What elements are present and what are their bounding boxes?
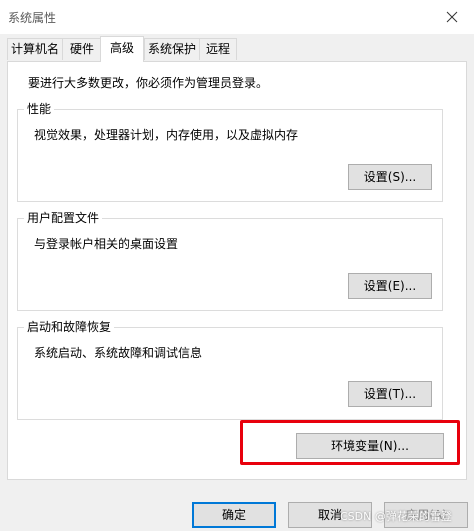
title-bar: 系统属性 [0, 0, 474, 34]
user-profiles-group: 用户配置文件 与登录帐户相关的桌面设置 设置(E)... [17, 210, 443, 311]
startup-recovery-label: 启动和故障恢复 [24, 319, 115, 335]
tab-remote[interactable]: 远程 [199, 38, 237, 60]
startup-recovery-group: 启动和故障恢复 系统启动、系统故障和调试信息 设置(T)... [17, 319, 443, 420]
performance-description: 视觉效果，处理器计划，内存使用，以及虚拟内存 [34, 128, 299, 142]
watermark: CSDN @弹花荣的雷登 [340, 510, 452, 523]
startup-recovery-description: 系统启动、系统故障和调试信息 [34, 346, 203, 360]
performance-label: 性能 [24, 101, 55, 117]
admin-notice: 要进行大多数更改，你必须作为管理员登录。 [28, 76, 269, 90]
user-profiles-settings-button[interactable]: 设置(E)... [348, 273, 432, 299]
tab-computer-name[interactable]: 计算机名 [7, 38, 63, 60]
ok-button[interactable]: 确定 [192, 502, 276, 528]
close-button[interactable] [430, 0, 474, 34]
tab-hardware[interactable]: 硬件 [62, 38, 102, 60]
performance-settings-button[interactable]: 设置(S)... [348, 164, 432, 190]
user-profiles-description: 与登录帐户相关的桌面设置 [34, 237, 179, 251]
performance-group: 性能 视觉效果，处理器计划，内存使用，以及虚拟内存 设置(S)... [17, 101, 443, 202]
window-title: 系统属性 [8, 11, 57, 25]
user-profiles-label: 用户配置文件 [24, 210, 103, 226]
close-icon [446, 11, 458, 23]
tab-advanced[interactable]: 高级 [100, 36, 144, 62]
startup-recovery-settings-button[interactable]: 设置(T)... [348, 381, 432, 407]
tab-system-protection[interactable]: 系统保护 [144, 38, 200, 60]
highlight-box [240, 420, 460, 465]
